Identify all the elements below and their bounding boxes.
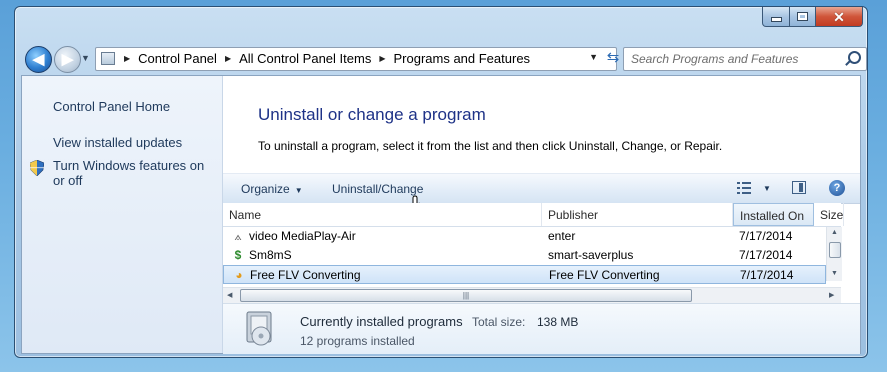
- content-area: Control Panel Home View installed update…: [21, 75, 861, 354]
- refresh-icon[interactable]: ⇆: [603, 48, 623, 68]
- horizontal-scrollbar[interactable]: ◀ ||| ▶: [223, 287, 841, 303]
- program-icon: ⟑: [234, 229, 242, 243]
- minimize-icon: [770, 17, 782, 22]
- view-installed-updates-link[interactable]: View installed updates: [53, 135, 182, 150]
- recent-pages-dropdown[interactable]: ▼: [81, 53, 90, 63]
- navigation-bar: ◀ ▶ ▼ ▶ Control Panel ▶ All Control Pane…: [21, 46, 867, 73]
- close-button[interactable]: ✕: [816, 7, 863, 27]
- minimize-button[interactable]: [762, 7, 790, 27]
- address-bar[interactable]: ▶ Control Panel ▶ All Control Panel Item…: [95, 47, 617, 71]
- arrow-left-icon: ◀: [32, 51, 45, 68]
- column-header-installed-on[interactable]: Installed On: [733, 203, 814, 226]
- breadcrumb: ▶ Control Panel ▶ All Control Panel Item…: [120, 51, 530, 66]
- uac-shield-icon: [30, 160, 44, 176]
- program-installed-on: 7/17/2014: [739, 229, 793, 243]
- preview-pane-icon[interactable]: [792, 181, 806, 194]
- maximize-button[interactable]: [790, 7, 816, 27]
- programs-list: Name Publisher Installed On Size ⟑ video…: [223, 203, 844, 287]
- task-pane: Control Panel Home View installed update…: [22, 76, 223, 353]
- programs-and-features-window: ✕ ◀ ▶ ▼ ▶ Control Panel ▶ All Control Pa…: [14, 6, 868, 358]
- scroll-up-icon[interactable]: ▲: [831, 229, 838, 236]
- close-icon: ✕: [833, 8, 845, 25]
- table-row[interactable]: ⟑ video MediaPlay-Air enter 7/17/2014: [223, 227, 826, 246]
- view-options-icon[interactable]: [737, 182, 751, 194]
- table-row[interactable]: $ Sm8mS smart-saverplus 7/17/2014: [223, 246, 826, 265]
- view-dropdown-icon[interactable]: ▼: [763, 184, 771, 193]
- help-icon[interactable]: ?: [829, 180, 845, 196]
- search-input[interactable]: Search Programs and Features: [623, 47, 867, 71]
- back-button[interactable]: ◀: [25, 46, 52, 73]
- total-size-value: 138 MB: [537, 315, 579, 329]
- organize-menu[interactable]: Organize ▼: [241, 182, 303, 196]
- program-publisher: smart-saverplus: [548, 248, 634, 262]
- program-publisher: Free FLV Converting: [549, 268, 660, 282]
- scroll-left-icon[interactable]: ◀: [227, 291, 232, 299]
- main-pane: Uninstall or change a program To uninsta…: [223, 76, 860, 354]
- total-size-label: Total size:: [472, 315, 526, 329]
- windows-features-link[interactable]: Turn Windows features on or off: [53, 158, 213, 188]
- breadcrumb-all-items[interactable]: All Control Panel Items: [239, 51, 371, 66]
- program-installed-on: 7/17/2014: [740, 268, 794, 282]
- program-icon: ◕: [235, 268, 243, 282]
- chevron-down-icon: ▼: [294, 186, 303, 195]
- program-publisher: enter: [548, 229, 576, 243]
- program-count: 12 programs installed: [300, 334, 415, 348]
- maximize-icon: [797, 12, 808, 21]
- breadcrumb-programs-features[interactable]: Programs and Features: [393, 51, 530, 66]
- details-title: Currently installed programs: [300, 314, 463, 329]
- breadcrumb-separator-icon[interactable]: ▶: [225, 54, 231, 63]
- scroll-down-icon[interactable]: ▼: [831, 270, 838, 277]
- control-panel-home-link[interactable]: Control Panel Home: [53, 99, 170, 114]
- page-title: Uninstall or change a program: [258, 105, 486, 124]
- column-header-size[interactable]: Size: [814, 203, 844, 226]
- scroll-right-icon[interactable]: ▶: [829, 291, 834, 299]
- command-bar: Organize ▼ Uninstall/Change ▼ ?: [223, 173, 860, 204]
- table-row-selected[interactable]: ◕ Free FLV Converting Free FLV Convertin…: [223, 265, 826, 284]
- breadcrumb-control-panel[interactable]: Control Panel: [138, 51, 217, 66]
- control-panel-icon: [101, 52, 115, 65]
- installed-programs-icon: [246, 311, 272, 346]
- program-installed-on: 7/17/2014: [739, 248, 793, 262]
- vertical-scrollbar[interactable]: ▲ ▼: [826, 227, 842, 281]
- column-headers: Name Publisher Installed On Size: [223, 203, 844, 227]
- details-pane: Currently installed programs Total size:…: [223, 303, 860, 354]
- vertical-scroll-thumb[interactable]: [829, 242, 841, 258]
- breadcrumb-separator-icon[interactable]: ▶: [379, 54, 385, 63]
- program-name: Free FLV Converting: [250, 268, 361, 282]
- uninstall-change-button[interactable]: Uninstall/Change: [332, 182, 423, 196]
- page-description: To uninstall a program, select it from t…: [258, 139, 723, 153]
- program-name: video MediaPlay-Air: [249, 229, 356, 243]
- organize-label: Organize: [241, 182, 290, 196]
- column-header-name[interactable]: Name: [223, 203, 542, 226]
- column-header-publisher[interactable]: Publisher: [542, 203, 733, 226]
- forward-button[interactable]: ▶: [54, 46, 81, 73]
- window-controls: ✕: [762, 7, 863, 27]
- program-name: Sm8mS: [249, 248, 292, 262]
- search-placeholder: Search Programs and Features: [631, 52, 799, 66]
- arrow-right-icon: ▶: [61, 51, 74, 68]
- search-icon[interactable]: [848, 51, 861, 64]
- breadcrumb-separator-icon[interactable]: ▶: [124, 54, 130, 63]
- program-icon: $: [234, 248, 242, 262]
- horizontal-scroll-thumb[interactable]: |||: [240, 289, 692, 302]
- address-dropdown-icon[interactable]: ▼: [589, 52, 598, 62]
